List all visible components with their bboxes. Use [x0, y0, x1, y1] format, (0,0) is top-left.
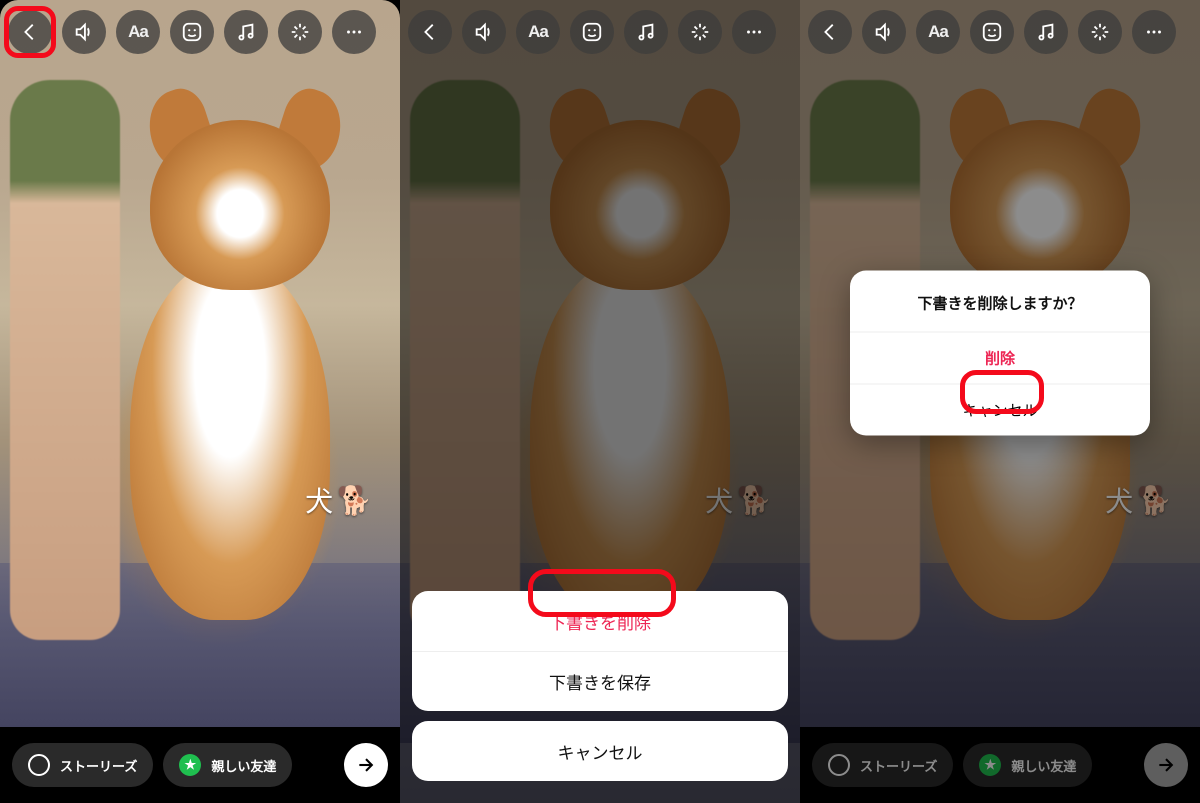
sheet-cancel-group: キャンセル	[412, 721, 788, 781]
effects-button	[678, 10, 722, 54]
more-button	[732, 10, 776, 54]
send-button	[1144, 743, 1188, 787]
text-button: Aa	[516, 10, 560, 54]
text-button: Aa	[916, 10, 960, 54]
effects-button	[1078, 10, 1122, 54]
music-icon	[1035, 21, 1057, 43]
sticker-icon	[181, 21, 203, 43]
more-icon	[1143, 21, 1165, 43]
ring-icon	[828, 754, 850, 776]
text-sticker[interactable]: 犬 🐕	[305, 480, 372, 520]
share-stories: ストーリーズ	[812, 743, 953, 787]
dialog-cancel[interactable]: キャンセル	[850, 384, 1150, 436]
sticker-icon	[581, 21, 603, 43]
text-icon: Aa	[528, 22, 548, 42]
dog-emoji: 🐕	[337, 484, 372, 517]
music-icon	[235, 21, 257, 43]
confirm-dialog: 下書きを削除しますか？ 削除 キャンセル	[850, 271, 1150, 436]
dialog-title: 下書きを削除しますか？	[850, 271, 1150, 332]
stories-label: ストーリーズ	[860, 756, 937, 775]
save-draft-label: 下書きを保存	[549, 669, 651, 694]
story-photo	[0, 0, 400, 803]
speaker-icon	[473, 21, 495, 43]
sound-button[interactable]	[62, 10, 106, 54]
send-button[interactable]	[344, 743, 388, 787]
share-close-friends: ★ 親しい友達	[963, 743, 1092, 787]
music-button	[624, 10, 668, 54]
action-sheet: 下書きを削除 下書きを保存 キャンセル	[412, 591, 788, 791]
music-button[interactable]	[224, 10, 268, 54]
speaker-icon	[873, 21, 895, 43]
sticker-button[interactable]	[170, 10, 214, 54]
close-friends-label: 親しい友達	[211, 756, 276, 775]
more-button	[1132, 10, 1176, 54]
sound-button	[462, 10, 506, 54]
back-button	[408, 10, 452, 54]
editor-toolbar: Aa	[8, 10, 392, 54]
editor-toolbar: Aa	[808, 10, 1192, 54]
share-bar: ストーリーズ ★ 親しい友達	[800, 727, 1200, 803]
back-button[interactable]	[8, 10, 52, 54]
sparkle-icon	[689, 21, 711, 43]
sheet-options: 下書きを削除 下書きを保存	[412, 591, 788, 711]
sound-button	[862, 10, 906, 54]
chevron-left-icon	[19, 21, 41, 43]
editor-toolbar: Aa	[408, 10, 792, 54]
share-stories[interactable]: ストーリーズ	[12, 743, 153, 787]
chevron-left-icon	[419, 21, 441, 43]
more-icon	[743, 21, 765, 43]
cancel-label: キャンセル	[558, 739, 643, 764]
sheet-cancel[interactable]: キャンセル	[412, 721, 788, 781]
sticker-text: 犬	[305, 480, 333, 520]
share-bar: ストーリーズ ★ 親しい友達	[0, 727, 400, 803]
panel-editor: 犬 🐕 Aa	[0, 0, 400, 803]
star-icon: ★	[979, 754, 1001, 776]
stories-label: ストーリーズ	[60, 756, 137, 775]
music-icon	[635, 21, 657, 43]
dialog-cancel-label: キャンセル	[962, 400, 1037, 421]
sheet-delete-draft[interactable]: 下書きを削除	[412, 591, 788, 651]
text-button[interactable]: Aa	[116, 10, 160, 54]
chevron-left-icon	[819, 21, 841, 43]
ring-icon	[28, 754, 50, 776]
share-close-friends[interactable]: ★ 親しい友達	[163, 743, 292, 787]
sticker-icon	[981, 21, 1003, 43]
sparkle-icon	[289, 21, 311, 43]
sheet-save-draft[interactable]: 下書きを保存	[412, 651, 788, 711]
star-icon: ★	[179, 754, 201, 776]
text-icon: Aa	[928, 22, 948, 42]
panel-confirm-dialog: 犬 🐕 Aa ストーリーズ ★ 親しい友達	[800, 0, 1200, 803]
speaker-icon	[73, 21, 95, 43]
music-button	[1024, 10, 1068, 54]
sparkle-icon	[1089, 21, 1111, 43]
panel-action-sheet: 犬 🐕 Aa 下書きを削除 下書きを保存 キ	[400, 0, 800, 803]
delete-draft-label: 下書きを削除	[549, 609, 651, 634]
more-button[interactable]	[332, 10, 376, 54]
more-icon	[343, 21, 365, 43]
arrow-right-icon	[1156, 755, 1176, 775]
back-button	[808, 10, 852, 54]
sticker-button	[970, 10, 1014, 54]
close-friends-label: 親しい友達	[1011, 756, 1076, 775]
arrow-right-icon	[356, 755, 376, 775]
text-icon: Aa	[128, 22, 148, 42]
dialog-delete[interactable]: 削除	[850, 332, 1150, 384]
effects-button[interactable]	[278, 10, 322, 54]
dialog-delete-label: 削除	[985, 348, 1015, 369]
sticker-button	[570, 10, 614, 54]
